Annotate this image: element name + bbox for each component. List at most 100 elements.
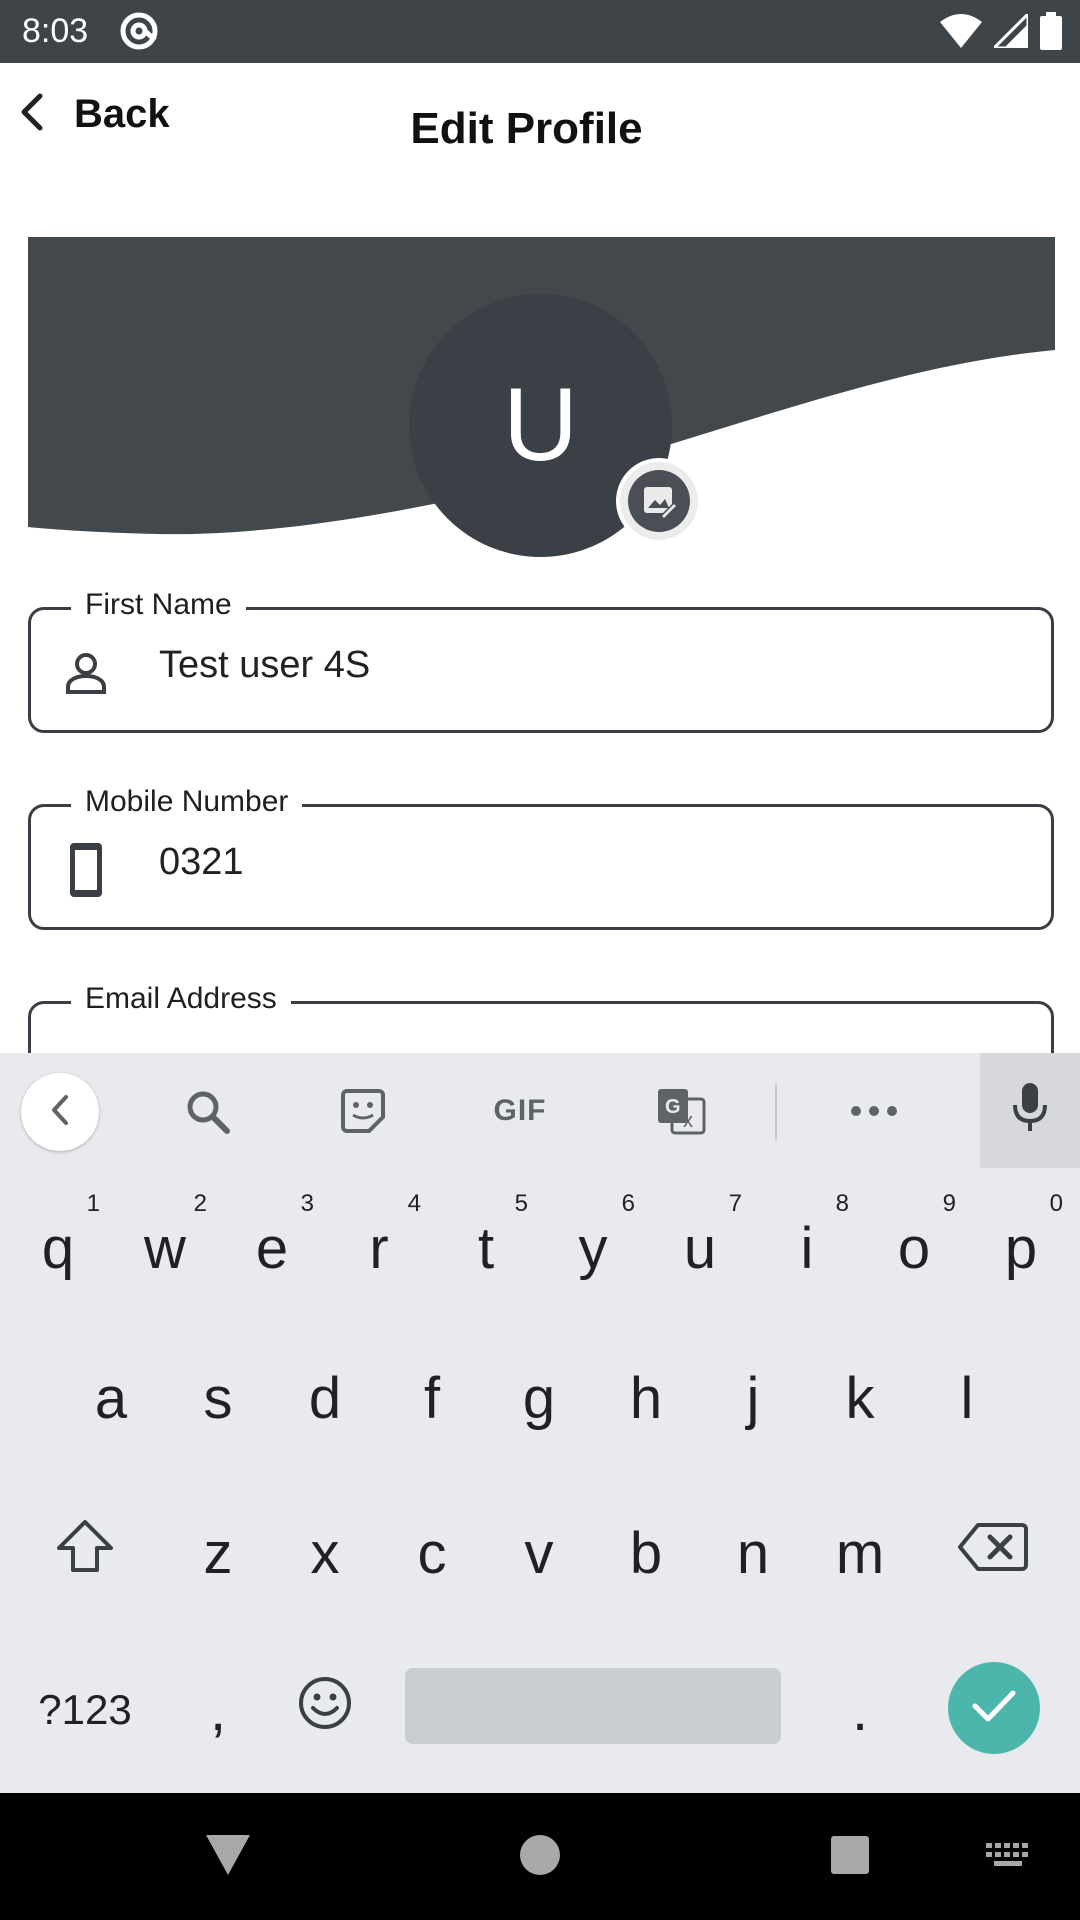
space-bar[interactable] (405, 1668, 781, 1744)
microphone-button[interactable] (980, 1053, 1080, 1168)
search-icon[interactable] (177, 1081, 237, 1141)
mobile-number-label: Mobile Number (71, 785, 303, 819)
email-address-label: Email Address (71, 982, 291, 1016)
key-r[interactable]: r4 (329, 1188, 429, 1308)
key-v[interactable]: v (489, 1493, 589, 1613)
key-t[interactable]: t5 (436, 1188, 536, 1308)
key-b[interactable]: b (596, 1493, 696, 1613)
back-triangle-icon[interactable] (204, 1833, 252, 1882)
key-f[interactable]: f (382, 1338, 482, 1458)
first-name-input[interactable]: Test user 4S (159, 644, 370, 687)
mobile-number-input[interactable]: 0321 (159, 841, 244, 884)
key-hint: 7 (728, 1190, 742, 1217)
battery-icon (1040, 12, 1062, 55)
key-y[interactable]: y6 (543, 1188, 643, 1308)
key-o[interactable]: o9 (864, 1188, 964, 1308)
key-char: s (203, 1365, 233, 1431)
key-hint: 3 (300, 1190, 314, 1217)
key-char: o (897, 1215, 931, 1281)
edit-image-icon (628, 470, 690, 532)
key-i[interactable]: i8 (757, 1188, 857, 1308)
key-char: b (629, 1520, 663, 1586)
gif-label: GIF (493, 1094, 547, 1127)
done-key[interactable] (948, 1662, 1040, 1754)
edit-photo-button[interactable] (620, 462, 698, 540)
emoji-key[interactable] (275, 1650, 375, 1770)
at-sign-icon (118, 10, 160, 57)
key-char: g (522, 1365, 556, 1431)
collapse-toolbar-button[interactable] (21, 1073, 99, 1151)
gif-button[interactable]: GIF (480, 1081, 560, 1141)
key-hint: 0 (1049, 1190, 1063, 1217)
toolbar-divider (775, 1083, 777, 1141)
chevron-left-icon (50, 1094, 70, 1131)
navigation-bar (0, 1793, 1080, 1920)
key-z[interactable]: z (168, 1493, 268, 1613)
translate-icon[interactable]: Gx (651, 1081, 711, 1141)
wifi-icon (940, 14, 982, 53)
key-u[interactable]: u7 (650, 1188, 750, 1308)
backspace-icon (958, 1520, 1028, 1587)
key-c[interactable]: c (382, 1493, 482, 1613)
status-bar: 8:03 (0, 0, 1080, 63)
key-p[interactable]: p0 (971, 1188, 1071, 1308)
svg-text:G: G (665, 1096, 681, 1118)
key-char: p (1004, 1215, 1038, 1281)
key-hint: 1 (86, 1190, 100, 1217)
more-options-icon[interactable] (844, 1081, 904, 1141)
key-l[interactable]: l (917, 1338, 1017, 1458)
key-x[interactable]: x (275, 1493, 375, 1613)
key-h[interactable]: h (596, 1338, 696, 1458)
key-char: i (800, 1215, 814, 1281)
key-hint: 6 (621, 1190, 635, 1217)
keyboard-switch-icon[interactable] (986, 1843, 1030, 1872)
key-char: c (417, 1520, 447, 1586)
key-s[interactable]: s (168, 1338, 268, 1458)
comma-key[interactable]: , (168, 1650, 268, 1770)
key-k[interactable]: k (810, 1338, 910, 1458)
key-j[interactable]: j (703, 1338, 803, 1458)
key-char: j (746, 1365, 760, 1431)
sticker-icon[interactable] (333, 1081, 393, 1141)
cell-signal-icon (990, 10, 1030, 53)
key-hint: 4 (407, 1190, 421, 1217)
key-char: a (94, 1365, 128, 1431)
symbols-key[interactable]: ?123 (20, 1650, 150, 1770)
key-w[interactable]: w2 (115, 1188, 215, 1308)
key-char: m (835, 1520, 885, 1586)
key-char: v (524, 1520, 554, 1586)
backspace-key[interactable] (943, 1493, 1043, 1613)
key-char: d (308, 1365, 342, 1431)
key-char: y (578, 1215, 608, 1281)
key-char: q (41, 1215, 75, 1281)
emoji-icon (297, 1675, 353, 1745)
page-title: Edit Profile (410, 104, 643, 153)
home-circle-icon[interactable] (518, 1833, 562, 1882)
key-hint: 9 (942, 1190, 956, 1217)
key-n[interactable]: n (703, 1493, 803, 1613)
keyboard: GIF Gx q1w2e3r4t5y6u7i8o9p0asdfghjklzxcv… (0, 1053, 1080, 1793)
key-char: l (960, 1365, 974, 1431)
key-char: k (845, 1365, 875, 1431)
key-a[interactable]: a (61, 1338, 161, 1458)
avatar-initial: U (502, 367, 579, 483)
key-m[interactable]: m (810, 1493, 910, 1613)
key-char: t (477, 1215, 495, 1281)
period-key[interactable]: . (810, 1650, 910, 1770)
first-name-field[interactable]: First Name Test user 4S (28, 588, 1054, 733)
key-hint: 5 (514, 1190, 528, 1217)
key-d[interactable]: d (275, 1338, 375, 1458)
key-q[interactable]: q1 (8, 1188, 108, 1308)
person-icon (63, 650, 109, 696)
key-char: e (255, 1215, 289, 1281)
microphone-icon (1013, 1083, 1047, 1138)
key-char: r (369, 1215, 389, 1281)
key-char: u (683, 1215, 717, 1281)
key-e[interactable]: e3 (222, 1188, 322, 1308)
key-g[interactable]: g (489, 1338, 589, 1458)
shift-key[interactable] (35, 1493, 135, 1613)
checkmark-icon (971, 1688, 1017, 1729)
recents-square-icon[interactable] (830, 1835, 870, 1880)
key-char: x (310, 1520, 340, 1586)
mobile-number-field[interactable]: Mobile Number 0321 (28, 785, 1054, 930)
